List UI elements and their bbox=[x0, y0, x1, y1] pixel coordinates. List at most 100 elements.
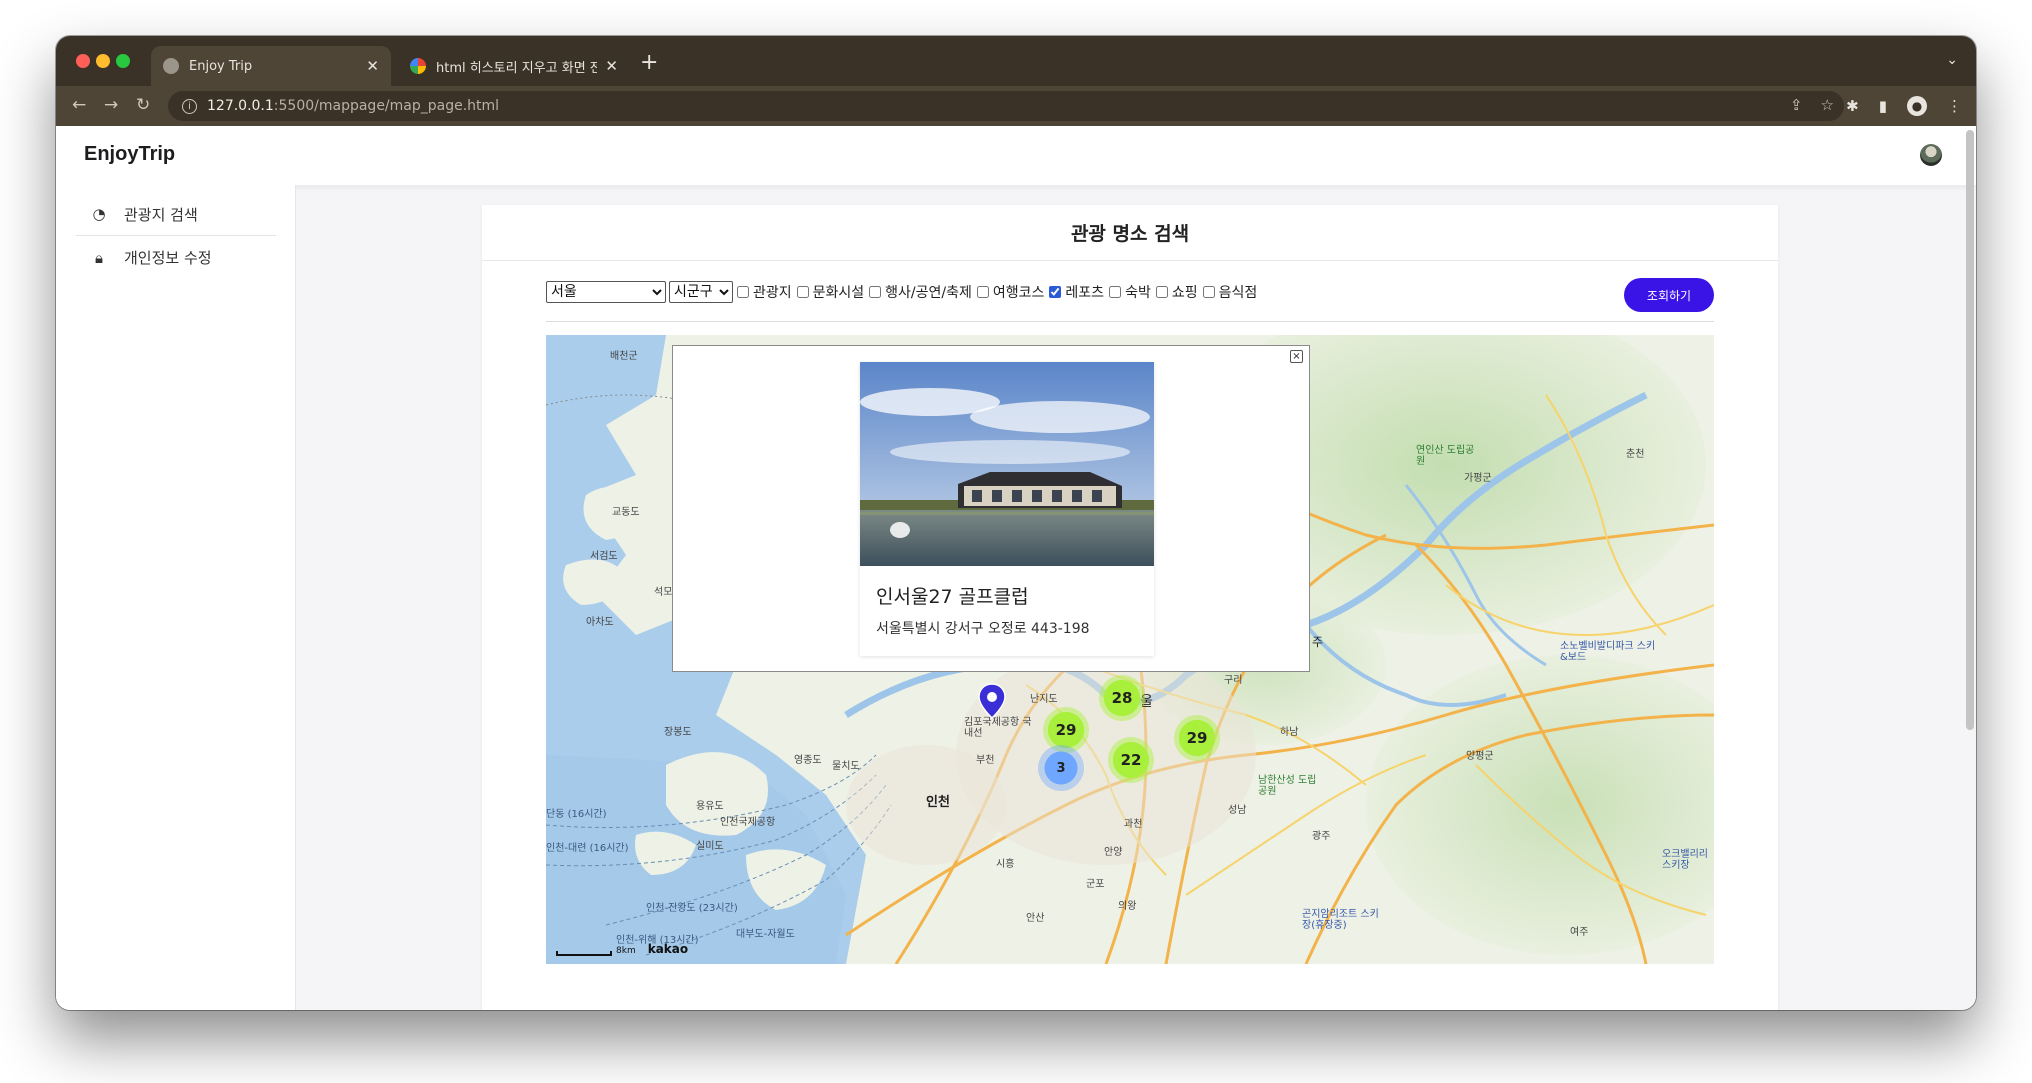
sidebar-item-attraction-search[interactable]: ◔ 관광지 검색 bbox=[76, 193, 276, 236]
minimize-window-button[interactable] bbox=[96, 54, 110, 68]
map-cluster[interactable]: 3 bbox=[1038, 745, 1084, 791]
map-pin-icon[interactable] bbox=[978, 683, 1006, 719]
map-label: 교동도 bbox=[612, 507, 640, 518]
map-label: 부천 bbox=[976, 755, 995, 766]
close-icon[interactable]: × bbox=[1290, 350, 1303, 363]
map-label: 아차도 bbox=[586, 617, 614, 628]
map-label: 배천군 bbox=[610, 351, 638, 362]
dashboard-icon: ◔ bbox=[92, 205, 106, 223]
category-checkbox-tourist-spot[interactable]: 관광지 bbox=[737, 282, 792, 302]
map-label: 단동 (16시간) bbox=[546, 809, 607, 820]
browser-window: Enjoy Trip ✕ html 히스토리 지우고 화면 전환 - G ✕ +… bbox=[56, 36, 1976, 1010]
map-scale: 8km kakao bbox=[556, 942, 688, 956]
checkbox-label: 여행코스 bbox=[992, 285, 1045, 301]
map-label: 광주 bbox=[1312, 831, 1331, 842]
tab-google-search[interactable]: html 히스토리 지우고 화면 전환 - G ✕ bbox=[398, 46, 630, 86]
map-label: 양평군 bbox=[1466, 751, 1494, 762]
map-label: 인천 bbox=[926, 795, 950, 810]
map-label: 하남 bbox=[1280, 727, 1299, 738]
reload-icon[interactable]: ↻ bbox=[136, 95, 150, 115]
map-label: 가평군 bbox=[1464, 473, 1492, 484]
close-window-button[interactable] bbox=[76, 54, 90, 68]
checkbox-input[interactable] bbox=[1109, 286, 1122, 298]
chevron-down-icon[interactable]: ⌄ bbox=[1946, 52, 1958, 68]
map-cluster[interactable]: 28 bbox=[1099, 675, 1145, 721]
address-bar[interactable]: i 127.0.0.1 :5500/mappage/map_page.html … bbox=[168, 91, 1844, 121]
map-label: 대부도-자월도 bbox=[736, 929, 795, 940]
more-menu-icon[interactable]: ⋮ bbox=[1947, 97, 1962, 115]
checkbox-input[interactable] bbox=[737, 286, 749, 298]
maximize-window-button[interactable] bbox=[116, 54, 130, 68]
map-label: 시흥 bbox=[996, 859, 1015, 870]
checkbox-input[interactable] bbox=[976, 286, 989, 298]
sidebar-item-edit-profile[interactable]: 🔒︎ 개인정보 수정 bbox=[76, 236, 276, 279]
tab-enjoy-trip[interactable]: Enjoy Trip ✕ bbox=[151, 46, 391, 86]
sidebar-item-label: 관광지 검색 bbox=[124, 205, 198, 224]
url-host: 127.0.0.1 bbox=[207, 98, 274, 114]
checkbox-label: 쇼핑 bbox=[1171, 285, 1198, 301]
place-photo bbox=[860, 362, 1154, 566]
browser-tab-bar: Enjoy Trip ✕ html 히스토리 지우고 화면 전환 - G ✕ +… bbox=[56, 36, 1976, 86]
map-cluster[interactable]: 29 bbox=[1174, 715, 1220, 761]
page-title: 관광 명소 검색 bbox=[482, 205, 1778, 261]
checkbox-input[interactable] bbox=[1202, 286, 1215, 298]
profile-icon[interactable]: ● bbox=[1907, 96, 1927, 116]
info-icon[interactable]: i bbox=[182, 98, 197, 114]
city-select[interactable]: 서울 bbox=[546, 281, 666, 303]
extensions-icon[interactable]: ✱ bbox=[1846, 97, 1859, 115]
brand-logo[interactable]: EnjoyTrip bbox=[84, 143, 175, 166]
scale-label: 8km bbox=[616, 946, 636, 956]
category-checkbox-lodging[interactable]: 숙박 bbox=[1109, 282, 1151, 302]
checkbox-input[interactable] bbox=[1155, 286, 1168, 298]
url-path: :5500/mappage/map_page.html bbox=[273, 98, 500, 114]
category-checkbox-restaurant[interactable]: 음식점 bbox=[1202, 282, 1258, 302]
category-checkbox-course[interactable]: 여행코스 bbox=[976, 282, 1045, 302]
category-checkbox-shopping[interactable]: 쇼핑 bbox=[1155, 282, 1198, 302]
sidebar: ◔ 관광지 검색 🔒︎ 개인정보 수정 bbox=[56, 185, 296, 1010]
map-label: 김포국제공항 국내선 bbox=[964, 717, 1032, 739]
map-label: 안양 bbox=[1104, 847, 1123, 858]
checkbox-label: 숙박 bbox=[1125, 285, 1151, 301]
checkbox-input[interactable] bbox=[1049, 286, 1062, 298]
avatar[interactable] bbox=[1920, 144, 1942, 166]
category-checkbox-leisure-sports[interactable]: 레포츠 bbox=[1049, 282, 1104, 302]
place-card[interactable]: 인서울27 골프클럽 서울특별시 강서구 오정로 443-198 bbox=[860, 362, 1154, 656]
place-photo-illustration bbox=[860, 362, 1154, 566]
map-label: 장봉도 bbox=[664, 727, 692, 738]
category-checkbox-festival[interactable]: 행사/공연/축제 bbox=[869, 282, 972, 302]
map-label: 의왕 bbox=[1118, 901, 1137, 912]
map-label: 여주 bbox=[1570, 927, 1589, 938]
map-label: 곤지암리조트 스키장(휴장중) bbox=[1302, 909, 1379, 931]
share-icon[interactable]: ⇪ bbox=[1790, 96, 1803, 114]
side-panel-icon[interactable]: ▮ bbox=[1879, 97, 1887, 115]
map-label: 연인산 도립공원 bbox=[1416, 445, 1475, 467]
forward-arrow-icon[interactable]: → bbox=[104, 95, 118, 115]
tab-title: html 히스토리 지우고 화면 전환 - G bbox=[436, 60, 598, 76]
place-name: 인서울27 골프클럽 bbox=[876, 586, 1029, 608]
map-label: 인천-대련 (16시간) bbox=[546, 843, 629, 854]
checkbox-input[interactable] bbox=[869, 286, 882, 298]
checkbox-input[interactable] bbox=[796, 286, 809, 298]
category-checkbox-culture[interactable]: 문화시설 bbox=[796, 282, 864, 302]
close-icon[interactable]: ✕ bbox=[605, 57, 618, 75]
map-label: 남한산성 도립공원 bbox=[1258, 775, 1317, 797]
close-icon[interactable]: ✕ bbox=[366, 57, 379, 75]
map-cluster[interactable]: 22 bbox=[1108, 737, 1154, 783]
globe-icon bbox=[163, 58, 179, 74]
bookmark-star-icon[interactable]: ☆ bbox=[1821, 96, 1834, 114]
search-button[interactable]: 조회하기 bbox=[1624, 278, 1714, 312]
kakao-logo[interactable]: kakao bbox=[648, 942, 688, 956]
map-label: 용유도 bbox=[696, 801, 724, 812]
map-label: 물치도 bbox=[832, 761, 860, 772]
new-tab-button[interactable]: + bbox=[640, 50, 658, 75]
back-arrow-icon[interactable]: ← bbox=[72, 95, 86, 115]
checkbox-label: 음식점 bbox=[1218, 285, 1258, 301]
map-label: 인천-진왕도 (23시간) bbox=[646, 903, 738, 914]
map-label: 영종도 bbox=[794, 755, 822, 766]
sidebar-item-label: 개인정보 수정 bbox=[124, 249, 212, 267]
district-select[interactable]: 시군구 bbox=[669, 281, 733, 303]
map-label: 성남 bbox=[1228, 805, 1247, 816]
kakao-map[interactable]: 배천군 교동도 서검도 석모 아차도 장봉도 영종도 물치도 용유도 인천국제공… bbox=[546, 335, 1714, 964]
page-scrollbar[interactable] bbox=[1966, 130, 1974, 730]
map-label: 석모 bbox=[654, 587, 673, 598]
